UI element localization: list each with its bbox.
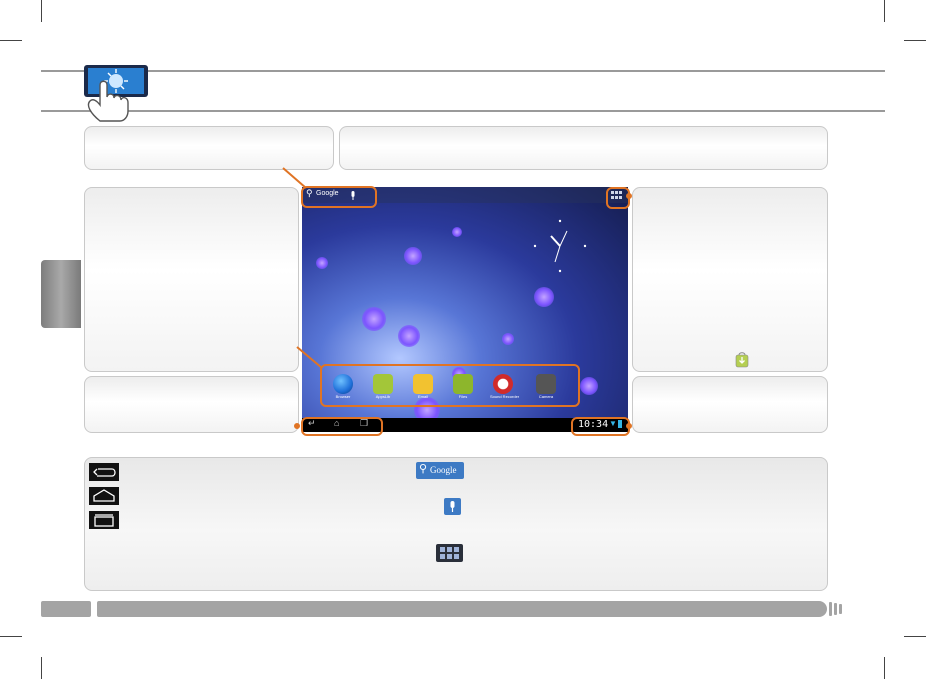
page-number-tab (41, 601, 91, 617)
voice-search-icon (444, 498, 461, 515)
google-label: Google (430, 465, 457, 475)
footer-stripes (829, 602, 842, 616)
home-button-icon (89, 487, 119, 505)
recent-apps-button-icon (89, 511, 119, 529)
legend-panel: ⚲ Google (84, 457, 828, 591)
all-apps-button-icon (436, 544, 463, 562)
search-icon: ⚲ (419, 463, 428, 475)
back-button-icon (89, 463, 119, 481)
google-search-icon: ⚲ Google (416, 462, 464, 479)
footer-bar (97, 601, 827, 617)
